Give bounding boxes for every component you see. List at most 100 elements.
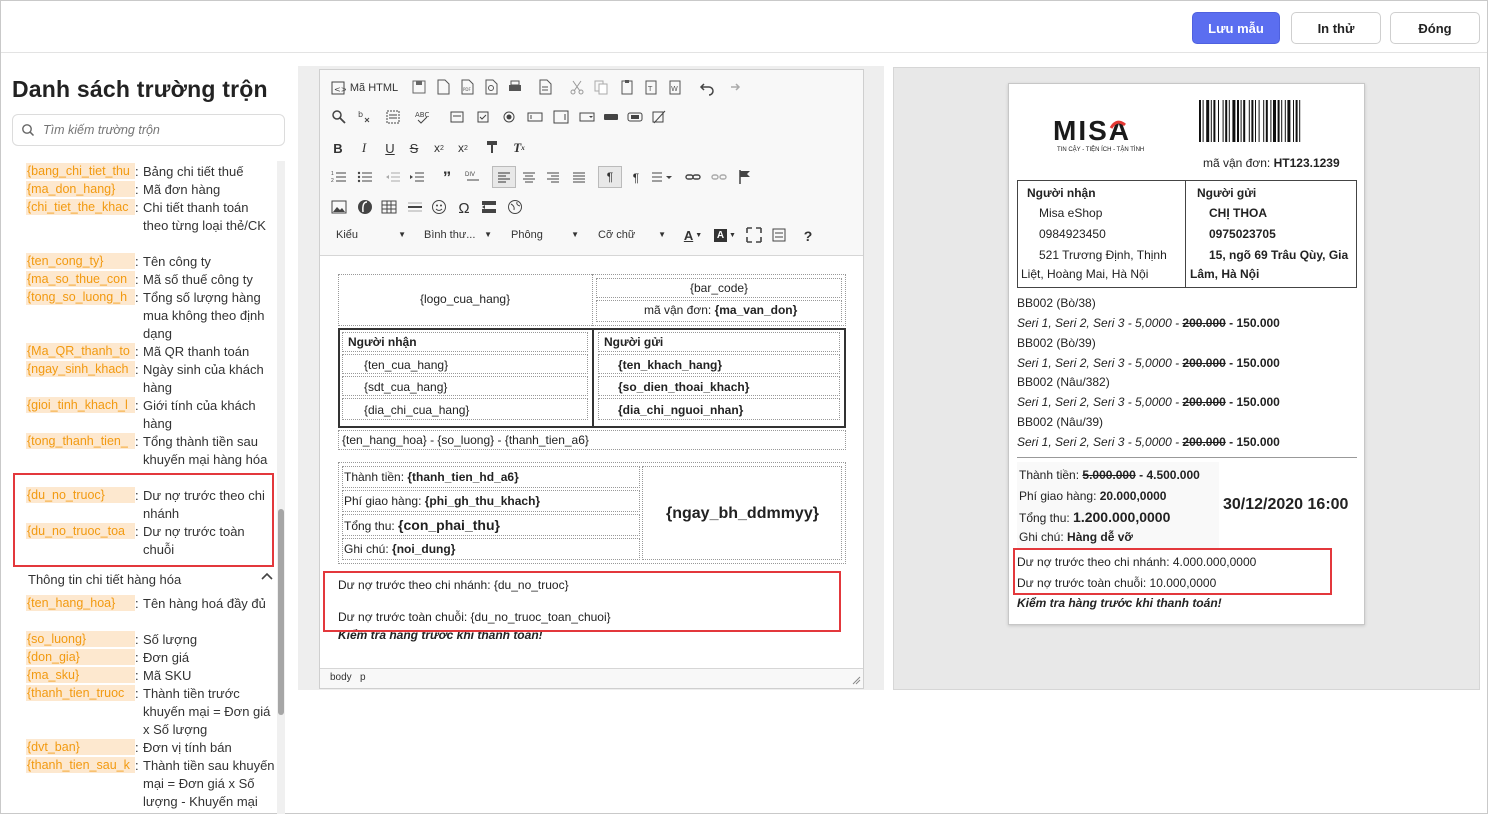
field-key[interactable]: {don_gia}: [26, 649, 135, 665]
receiver-line: {dia_chi_cua_hang}: [364, 403, 470, 417]
field-key[interactable]: {bang_chi_tiet_thu: [26, 163, 135, 179]
new-page-icon[interactable]: [434, 78, 452, 96]
italic-button[interactable]: I: [356, 138, 372, 158]
section-header-product-details[interactable]: Thông tin chi tiết hàng hóa: [28, 572, 276, 587]
scroll-thumb[interactable]: [278, 509, 284, 715]
table-icon[interactable]: [380, 198, 398, 216]
field-key[interactable]: {ten_hang_hoa}: [26, 595, 135, 611]
remove-format-button[interactable]: Tx: [510, 138, 528, 158]
maximize-icon[interactable]: [745, 226, 763, 244]
chevron-down-icon: ▼: [658, 230, 666, 239]
format-combo[interactable]: Bình thư... ▼: [424, 226, 492, 244]
bg-color-button[interactable]: A ▼: [712, 226, 738, 244]
replace-icon[interactable]: b: [356, 108, 374, 126]
chevron-up-icon[interactable]: [260, 569, 274, 583]
paste-icon[interactable]: [618, 78, 636, 96]
numbered-list-icon[interactable]: 12: [330, 168, 348, 186]
ltr-button[interactable]: ¶: [598, 166, 622, 188]
copy-icon[interactable]: [592, 78, 610, 96]
save-icon[interactable]: [410, 78, 428, 96]
save-template-button[interactable]: Lưu mẫu: [1192, 12, 1280, 44]
anchor-flag-icon[interactable]: [736, 168, 754, 186]
spellcheck-icon[interactable]: ABC: [414, 108, 432, 126]
underline-button[interactable]: U: [382, 138, 398, 158]
justify-icon[interactable]: [570, 168, 588, 186]
templates-icon[interactable]: [536, 78, 554, 96]
path-body[interactable]: body: [330, 672, 352, 683]
text-color-button[interactable]: A ▼: [680, 226, 706, 244]
button-field-icon[interactable]: [602, 108, 620, 126]
field-key[interactable]: {Ma_QR_thanh_to: [26, 343, 135, 359]
field-key[interactable]: {ten_cong_ty}: [26, 253, 135, 269]
image-button-icon[interactable]: [626, 108, 644, 126]
help-button[interactable]: ?: [800, 226, 816, 246]
field-key[interactable]: {thanh_tien_truoc: [26, 685, 135, 701]
field-key[interactable]: {tong_thanh_tien_: [26, 433, 135, 449]
field-list-scrollbar[interactable]: [277, 161, 285, 814]
close-button[interactable]: Đóng: [1390, 12, 1480, 44]
textarea-icon[interactable]: [552, 108, 570, 126]
field-key[interactable]: {ngay_sinh_khach: [26, 361, 135, 377]
subscript-button[interactable]: x2: [430, 138, 448, 158]
source-html-button[interactable]: <> Mã HTML: [328, 78, 400, 98]
undo-icon[interactable]: [698, 78, 716, 96]
field-key[interactable]: {tong_so_luong_h: [26, 289, 135, 305]
align-right-icon[interactable]: [544, 168, 562, 186]
blockquote-button[interactable]: ”: [438, 168, 456, 188]
paste-text-icon[interactable]: T: [642, 78, 660, 96]
image-icon[interactable]: [330, 198, 348, 216]
language-icon[interactable]: [650, 168, 674, 186]
rtl-button[interactable]: ¶: [626, 168, 646, 188]
path-p[interactable]: p: [360, 672, 366, 683]
iframe-globe-icon[interactable]: [506, 198, 524, 216]
find-icon[interactable]: [330, 108, 348, 126]
font-combo[interactable]: Phông ▼: [511, 226, 579, 244]
bold-button[interactable]: B: [330, 138, 346, 158]
search-input[interactable]: [43, 123, 263, 137]
link-icon[interactable]: [684, 168, 702, 186]
align-center-icon[interactable]: [520, 168, 538, 186]
print-icon[interactable]: [506, 78, 524, 96]
indent-icon[interactable]: [408, 168, 426, 186]
search-box[interactable]: [12, 114, 285, 146]
radio-icon[interactable]: [500, 108, 518, 126]
pdf-icon[interactable]: PDF: [458, 78, 476, 96]
smiley-icon[interactable]: [430, 198, 448, 216]
copy-format-icon[interactable]: [484, 138, 502, 156]
page-break-icon[interactable]: [480, 198, 498, 216]
field-key[interactable]: {so_luong}: [26, 631, 135, 647]
field-key[interactable]: {ma_don_hang}: [26, 181, 135, 197]
field-key[interactable]: {ma_so_thue_con: [26, 271, 135, 287]
test-print-button[interactable]: In thử: [1291, 12, 1381, 44]
align-left-button[interactable]: [492, 166, 516, 188]
field-key[interactable]: {dvt_ban}: [26, 739, 135, 755]
outdent-icon[interactable]: [384, 168, 402, 186]
form-icon[interactable]: [448, 108, 466, 126]
logo-tagline: TIN CẬY - TIỆN ÍCH - TẬN TÌNH: [1057, 145, 1144, 153]
hidden-field-icon[interactable]: [650, 108, 668, 126]
field-key[interactable]: {ma_sku}: [26, 667, 135, 683]
select-all-icon[interactable]: [384, 108, 402, 126]
checkbox-icon[interactable]: [474, 108, 492, 126]
redo-icon[interactable]: [724, 78, 742, 96]
paste-word-icon[interactable]: W: [666, 78, 684, 96]
field-key[interactable]: {gioi_tinh_khach_l: [26, 397, 135, 413]
cut-icon[interactable]: [568, 78, 586, 96]
textfield-icon[interactable]: [526, 108, 544, 126]
bulleted-list-icon[interactable]: [356, 168, 374, 186]
strike-button[interactable]: S: [406, 138, 422, 158]
font-size-combo[interactable]: Cỡ chữ ▼: [598, 226, 666, 244]
div-container-icon[interactable]: DIV: [464, 168, 482, 186]
horizontal-line-icon[interactable]: [406, 198, 424, 216]
resize-handle-icon[interactable]: [851, 675, 861, 685]
superscript-button[interactable]: x2: [454, 138, 472, 158]
preview-icon[interactable]: [482, 78, 500, 96]
show-blocks-icon[interactable]: [770, 226, 788, 244]
field-key[interactable]: {chi_tiet_the_khac: [26, 199, 135, 215]
field-key[interactable]: {thanh_tien_sau_k: [26, 757, 135, 773]
unlink-icon[interactable]: [710, 168, 728, 186]
special-char-button[interactable]: Ω: [456, 198, 472, 218]
flash-icon[interactable]: [356, 198, 374, 216]
style-combo[interactable]: Kiểu ▼: [336, 226, 406, 244]
select-field-icon[interactable]: [578, 108, 596, 126]
